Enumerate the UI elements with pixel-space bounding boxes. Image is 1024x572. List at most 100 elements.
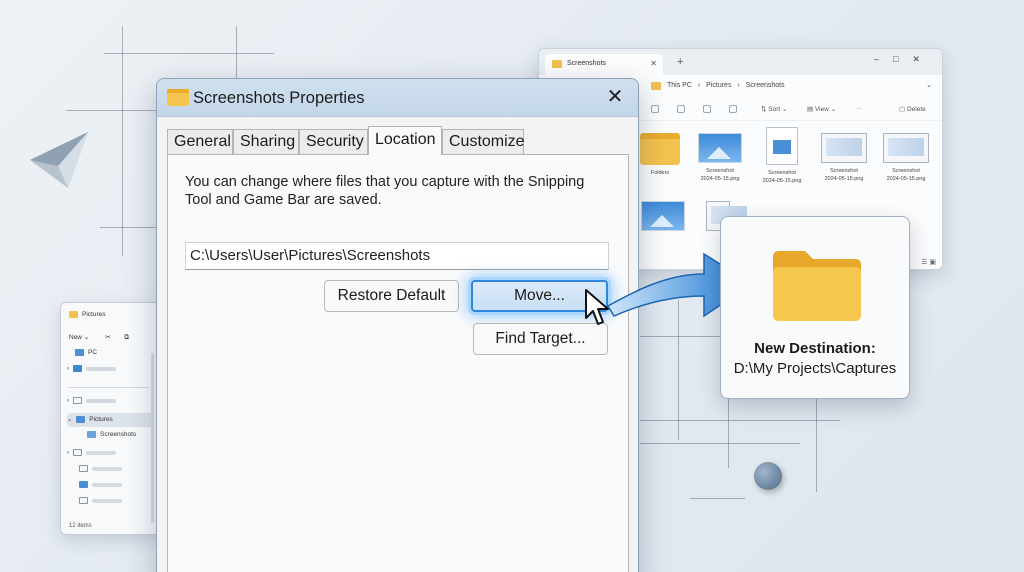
file-date: 2024-05-15.png xyxy=(762,178,802,184)
explorer-window-pictures: Pictures New ⌄ ✂ ⧉ PC › › ⌄ Pictures Scr… xyxy=(60,302,160,535)
file-name: Screenshot xyxy=(768,170,796,176)
new-button-label: New xyxy=(69,334,83,341)
file-item[interactable]: Folders xyxy=(631,133,689,177)
file-name: Screenshot xyxy=(830,168,858,174)
nav-item-label: Pictures xyxy=(89,416,113,423)
bg-line xyxy=(728,398,729,468)
delete-label: Delete xyxy=(906,106,926,113)
bg-line xyxy=(816,398,817,492)
image-icon xyxy=(87,431,96,438)
new-tab-icon[interactable]: + xyxy=(677,56,683,68)
cut-icon[interactable] xyxy=(651,105,659,113)
bg-line xyxy=(640,420,840,421)
tab-general[interactable]: General xyxy=(167,129,233,155)
paper-plane-icon xyxy=(30,132,88,188)
image-thumbnail-icon xyxy=(698,133,742,163)
new-destination-card: New Destination: D:\My Projects\Captures xyxy=(720,216,910,399)
dialog-title: Screenshots Properties xyxy=(193,89,365,107)
location-tab-panel: You can change where files that you capt… xyxy=(167,154,629,572)
close-tab-icon[interactable]: ✕ xyxy=(650,59,657,68)
nav-item-pictures[interactable]: ⌄ Pictures xyxy=(67,413,153,427)
breadcrumb: This PC › Pictures › Screenshots xyxy=(667,82,785,89)
folder-icon xyxy=(773,251,861,321)
bg-line xyxy=(640,443,800,444)
dialog-titlebar[interactable]: Screenshots Properties ✕ xyxy=(157,79,638,117)
folder-icon xyxy=(552,60,562,68)
nav-item[interactable]: › xyxy=(67,397,153,409)
nav-item[interactable] xyxy=(67,481,153,493)
tab-sharing[interactable]: Sharing xyxy=(233,129,299,155)
view-button[interactable]: ▤ View ⌄ xyxy=(807,105,836,113)
nav-item[interactable] xyxy=(67,465,153,477)
nav-item-label: Screenshots xyxy=(100,431,137,439)
destination-path: D:\My Projects\Captures xyxy=(733,360,897,377)
pictures-icon xyxy=(76,415,86,423)
bg-line xyxy=(122,26,123,256)
window-controls[interactable]: –□✕ xyxy=(874,54,934,65)
file-name: Screenshot xyxy=(706,168,734,174)
nav-item-screenshots[interactable]: Screenshots xyxy=(79,431,159,443)
copy-icon[interactable] xyxy=(677,105,685,113)
explorer-tab[interactable]: Screenshots ✕ xyxy=(545,54,663,75)
decorative-sphere xyxy=(754,462,782,490)
folder-icon xyxy=(72,397,82,404)
close-button[interactable]: ✕ xyxy=(602,85,628,111)
view-toggle-icons[interactable]: ☰ ▣ xyxy=(921,258,936,266)
nav-item[interactable]: › xyxy=(67,365,153,377)
tab-customize[interactable]: Customize xyxy=(442,129,525,155)
restore-default-button[interactable]: Restore Default xyxy=(324,280,459,312)
pc-icon xyxy=(75,349,84,356)
folder-icon xyxy=(651,82,661,90)
file-date: 2024-05-15.png xyxy=(700,176,740,182)
folder-icon xyxy=(69,311,78,318)
share-icon[interactable] xyxy=(703,105,711,113)
file-item[interactable]: Screenshot 2024-05-15.png xyxy=(815,133,873,183)
nav-item-pc[interactable]: PC xyxy=(67,349,153,361)
file-name: Screenshot xyxy=(892,168,920,174)
window-title: Pictures xyxy=(69,311,105,318)
folder-icon xyxy=(167,89,189,106)
scrollbar[interactable] xyxy=(151,353,154,523)
delete-button[interactable]: ▢ Delete xyxy=(899,105,926,113)
status-item-count: 12 items xyxy=(69,523,92,529)
cut-icon[interactable]: ✂ xyxy=(105,334,110,341)
trash-icon xyxy=(79,497,88,504)
tab-location[interactable]: Location xyxy=(368,126,442,155)
explorer-tab-title: Screenshots xyxy=(567,60,606,67)
folder-icon xyxy=(640,133,680,165)
copy-icon[interactable]: ⧉ xyxy=(124,334,129,341)
image-icon xyxy=(79,481,88,488)
window-title-text: Pictures xyxy=(82,311,106,319)
screenshot-thumbnail-icon xyxy=(883,133,929,163)
divider xyxy=(69,387,149,388)
nav-item-label: PC xyxy=(88,349,98,357)
bg-line xyxy=(66,110,156,111)
file-date: 2024-05-15.png xyxy=(886,176,926,182)
explorer-tabbar: Screenshots ✕ + –□✕ xyxy=(539,49,942,75)
sort-button[interactable]: ⇅ Sort ⌄ xyxy=(761,105,787,113)
file-date: 2024-05-15.png xyxy=(824,176,864,182)
file-item[interactable] xyxy=(634,201,692,235)
breadcrumb-item[interactable]: Pictures xyxy=(706,82,731,89)
location-path-input[interactable]: C:\Users\User\Pictures\Screenshots xyxy=(185,242,609,270)
more-button[interactable]: ··· xyxy=(855,105,862,112)
new-button[interactable]: New ⌄ ✂ ⧉ xyxy=(69,333,129,342)
folder-icon xyxy=(79,465,88,472)
view-label: View xyxy=(814,106,829,113)
folder-icon xyxy=(72,449,82,456)
file-item[interactable]: Screenshot 2024-05-15.png xyxy=(753,127,811,185)
nav-item[interactable]: › xyxy=(67,449,153,461)
screenshot-thumbnail-icon xyxy=(821,133,867,163)
nav-item[interactable] xyxy=(67,497,153,509)
breadcrumb-separator: › xyxy=(697,82,701,89)
tab-security[interactable]: Security xyxy=(299,129,368,155)
bg-line xyxy=(236,26,237,78)
image-file-icon xyxy=(766,127,798,165)
location-description: You can change where files that you capt… xyxy=(185,174,585,208)
file-item[interactable]: Screenshot 2024-05-15.png xyxy=(877,133,935,183)
breadcrumb-item[interactable]: Screenshots xyxy=(746,82,785,89)
trash-icon[interactable] xyxy=(729,105,737,113)
breadcrumb-item[interactable]: This PC xyxy=(667,82,692,89)
file-item[interactable]: Screenshot 2024-05-15.png xyxy=(691,133,749,183)
chevron-down-icon[interactable]: ⌄ xyxy=(926,81,932,89)
